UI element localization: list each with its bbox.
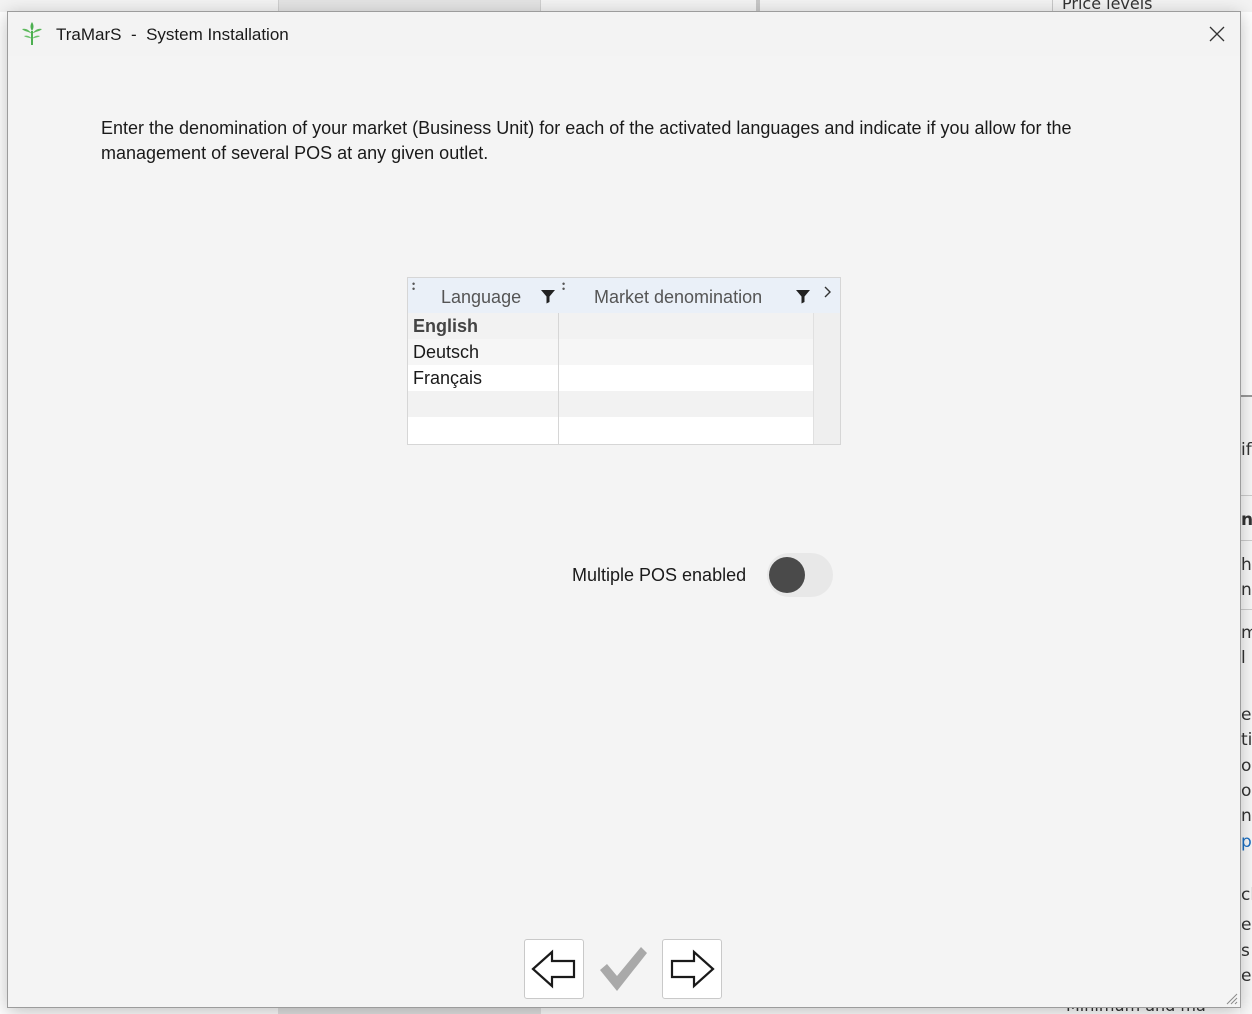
background-rule (1240, 609, 1252, 610)
close-button[interactable] (1202, 20, 1232, 48)
table-row[interactable] (408, 417, 813, 444)
app-name: TraMarS (56, 25, 122, 44)
vertical-scrollbar[interactable] (813, 313, 840, 444)
table-row[interactable]: Deutsch (408, 339, 813, 365)
background-text-fragment: na (1241, 580, 1252, 600)
column-label-market-denomination: Market denomination (594, 287, 763, 307)
system-installation-dialog: TraMarS - System Installation Enter the … (7, 11, 1241, 1008)
market-denomination-grid: • • Language • • Market denomination Engli… (407, 277, 841, 445)
toggle-knob (769, 557, 805, 593)
resize-grip-icon[interactable] (1224, 991, 1238, 1005)
column-divider (558, 313, 559, 444)
language-cell: Deutsch (413, 342, 480, 362)
grid-header: • • Language • • Market denomination (408, 278, 840, 313)
background-text-fragment: e (1241, 966, 1252, 986)
background-text-fragment: he (1241, 555, 1252, 575)
tramars-logo-icon (22, 22, 42, 45)
background-text-fragment: n (1241, 806, 1252, 826)
column-header-market-denomination[interactable]: • • Market denomination (558, 278, 820, 313)
dialog-title: System Installation (146, 25, 289, 44)
background-text-fragment: or (1241, 756, 1252, 776)
background-rule (1240, 540, 1252, 541)
background-text-fragment: m (1241, 623, 1252, 643)
column-label-language: Language (441, 287, 522, 307)
column-drag-handle-icon[interactable]: • • (562, 280, 565, 294)
arrow-right-icon (670, 949, 715, 989)
filter-icon[interactable] (540, 288, 556, 304)
language-cell: English (413, 316, 479, 336)
background-rule (1240, 495, 1252, 496)
language-cell: Français (413, 368, 483, 388)
background-text-fragment: o (1241, 781, 1252, 801)
next-button[interactable] (662, 939, 722, 999)
previous-button[interactable] (524, 939, 584, 999)
background-text-fragment: if (1241, 440, 1252, 460)
background-text-fragment: ti (1241, 730, 1252, 750)
title-separator: - (121, 25, 147, 44)
table-row[interactable]: English (408, 313, 813, 339)
chevron-right-icon[interactable] (822, 284, 834, 300)
background-text-fragment: l (1241, 648, 1246, 668)
instruction-text: Enter the denomination of your market (B… (101, 118, 1072, 163)
background-text-fragment: ch (1241, 885, 1252, 905)
column-drag-handle-icon[interactable]: • • (412, 280, 415, 294)
background-text-fragment: p (1241, 832, 1252, 852)
window-title: TraMarS - System Installation (56, 25, 289, 45)
background-text-fragment: n (1241, 510, 1252, 530)
column-header-language[interactable]: • • Language (408, 278, 558, 313)
filter-icon[interactable] (795, 288, 811, 304)
finish-button[interactable] (592, 939, 654, 999)
background-text-fragment: s (1241, 941, 1250, 961)
background-text-fragment: ec (1241, 915, 1252, 935)
multiple-pos-toggle[interactable] (767, 553, 833, 597)
checkmark-icon (600, 947, 647, 991)
multiple-pos-label: Multiple POS enabled (572, 565, 747, 585)
close-icon (1209, 26, 1225, 42)
table-row[interactable]: Français (408, 365, 813, 391)
table-row[interactable] (408, 391, 813, 417)
background-text-fragment: en (1241, 705, 1252, 725)
arrow-left-icon (531, 949, 576, 989)
dialog-titlebar[interactable]: TraMarS - System Installation (8, 12, 1240, 56)
